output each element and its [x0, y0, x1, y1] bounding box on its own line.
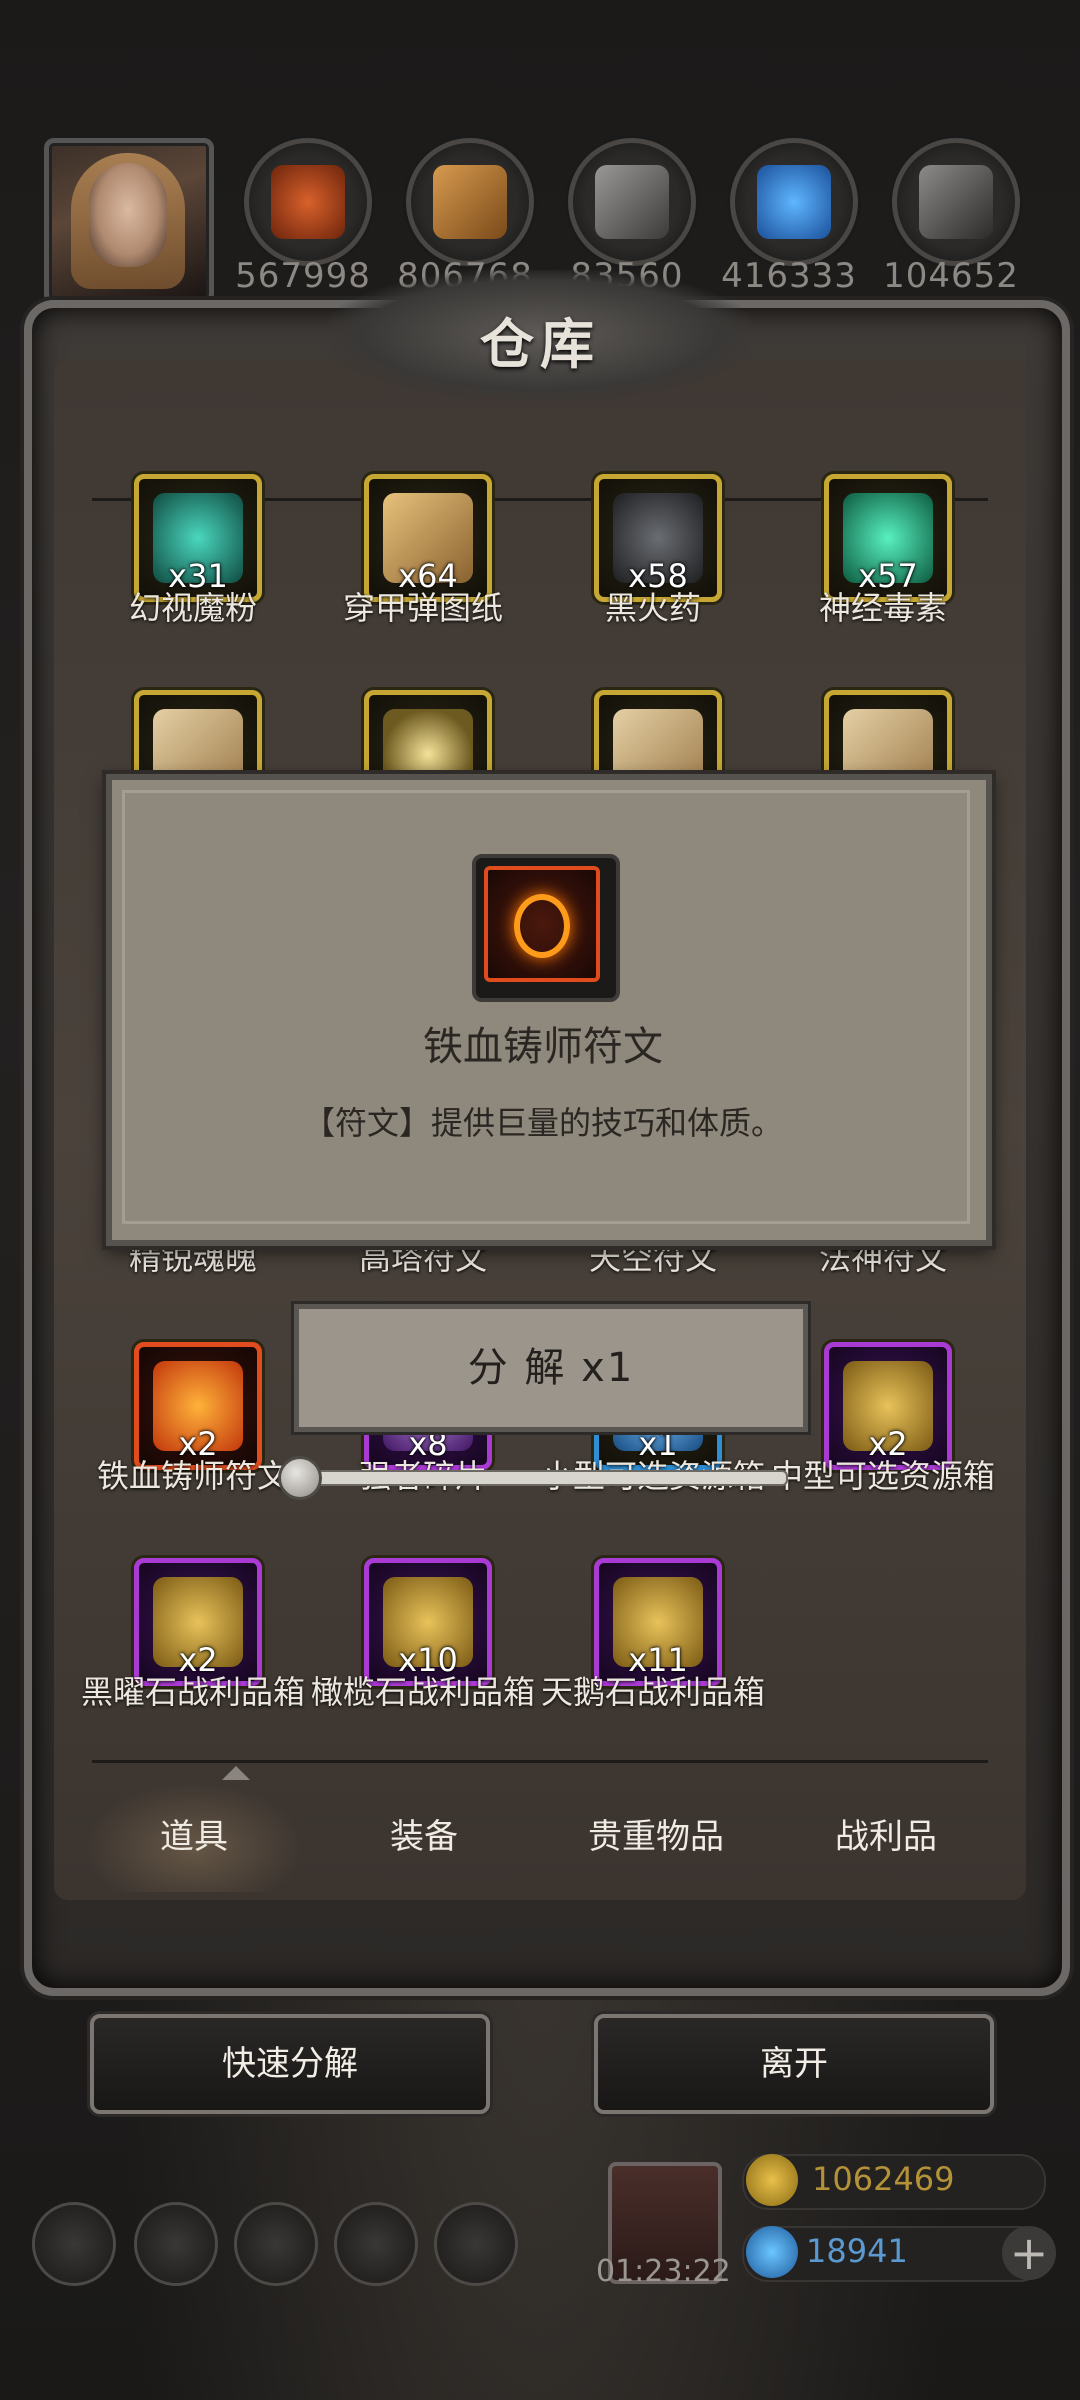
- decompose-button[interactable]: 分 解 x1: [294, 1304, 808, 1432]
- popup-item-description: 【符文】提供巨量的技巧和体质。: [302, 1104, 783, 1142]
- popup-item-frame: [472, 854, 620, 1002]
- quantity-slider-handle[interactable]: [278, 1456, 322, 1500]
- rune-icon: [484, 866, 600, 982]
- quantity-slider-track[interactable]: [296, 1470, 788, 1486]
- popup-item-title: 铁血铸师符文: [423, 1024, 663, 1070]
